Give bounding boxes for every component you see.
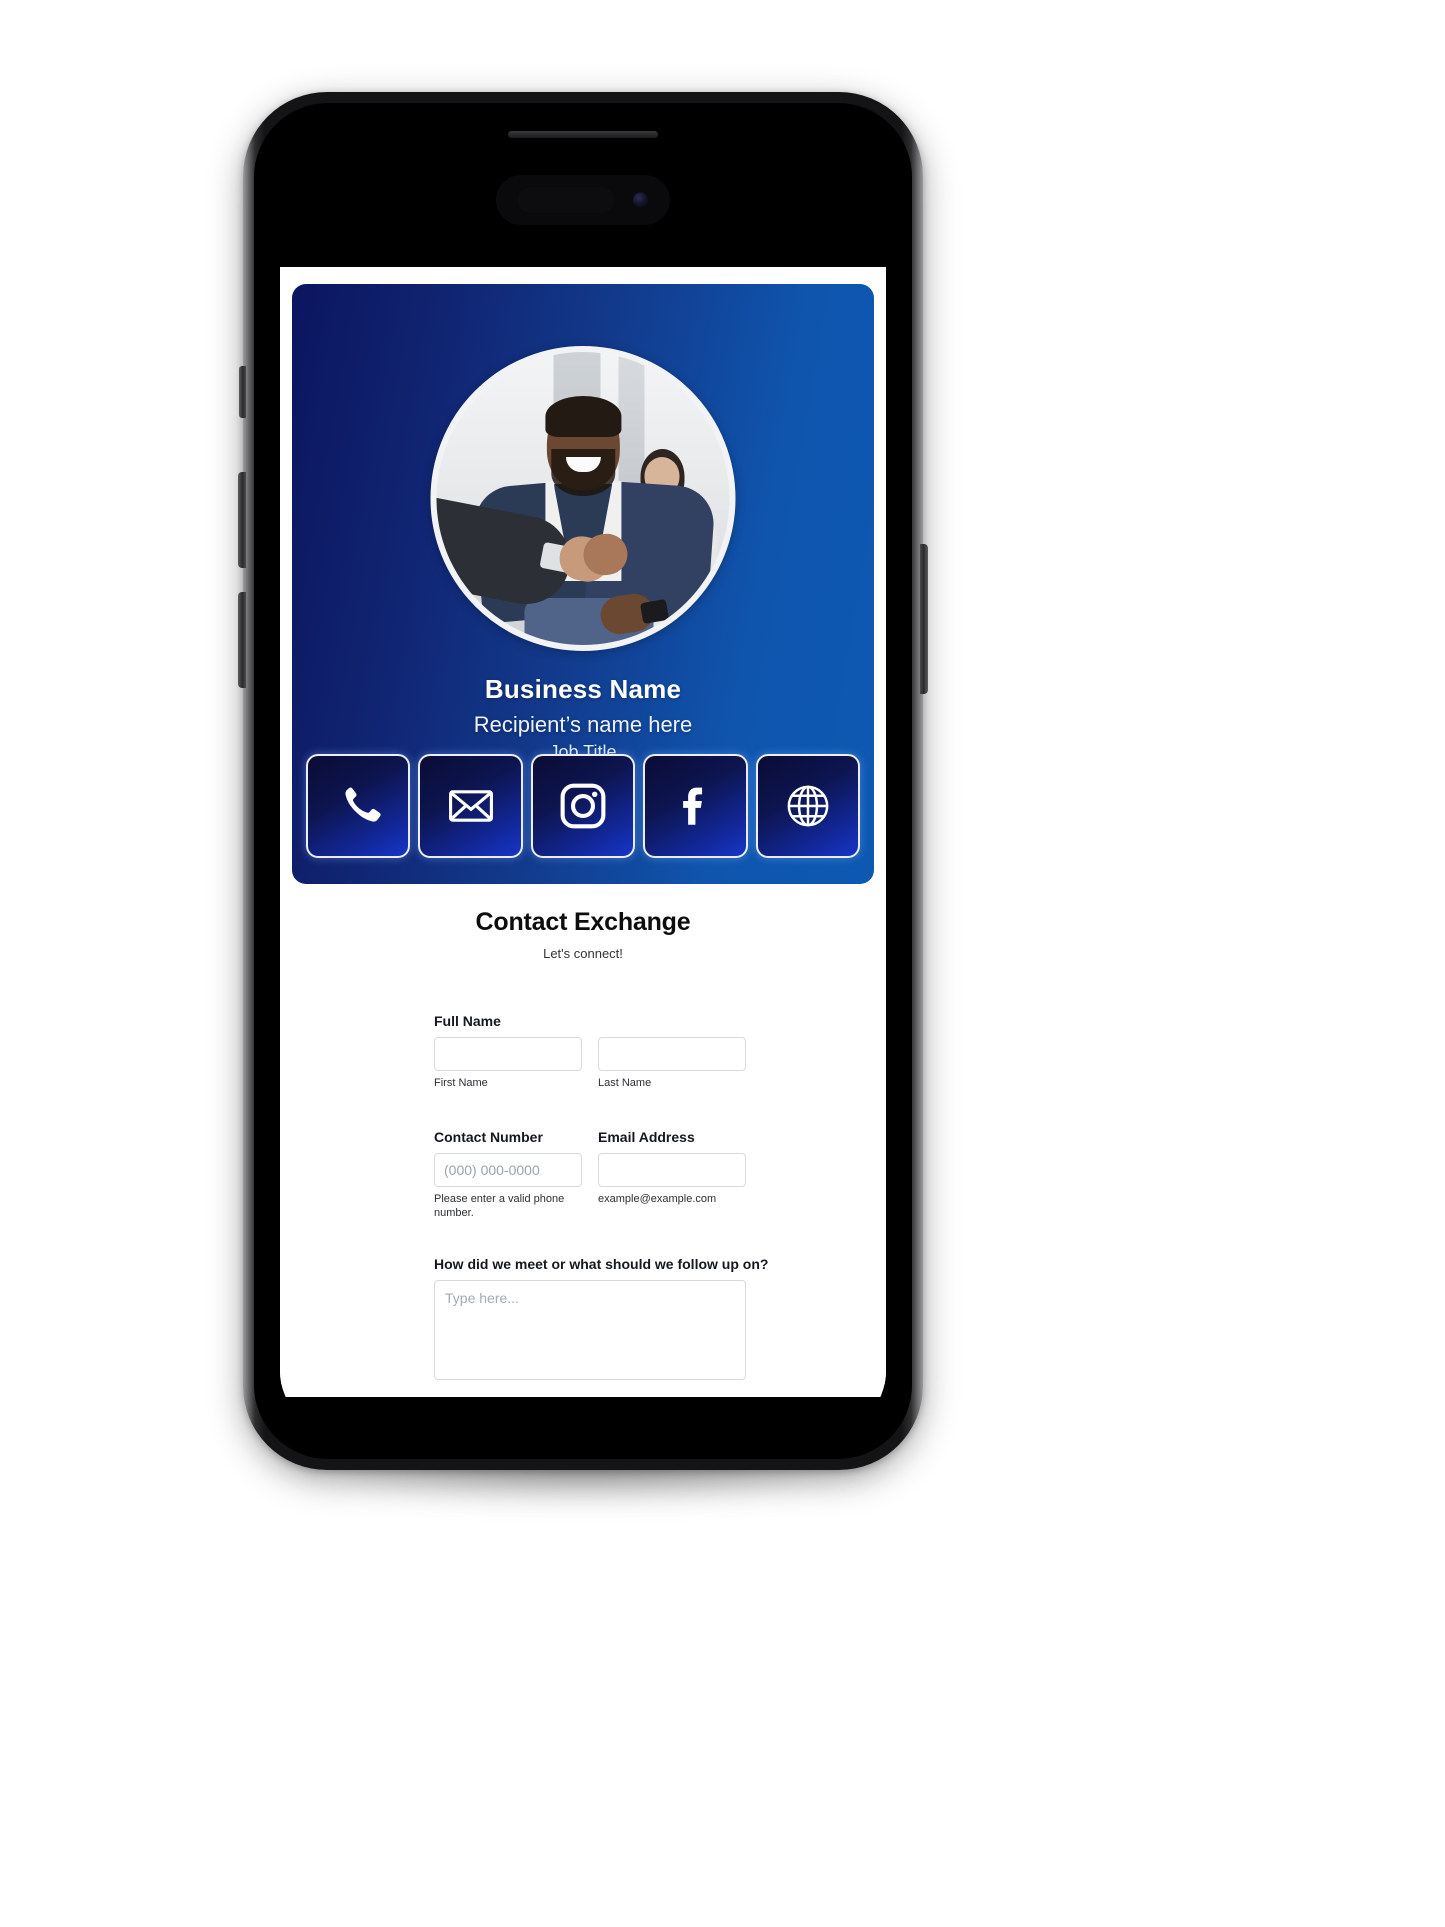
- phone-body: Business Name Recipient’s name here Job …: [238, 92, 928, 1470]
- facebook-icon: [670, 781, 720, 831]
- globe-icon: [783, 781, 833, 831]
- power-button[interactable]: [920, 544, 928, 694]
- email-address-input[interactable]: [598, 1152, 746, 1187]
- dynamic-island: [496, 175, 670, 225]
- contact-number-sublabel: Please enter a valid phone number.: [434, 1192, 565, 1219]
- social-link-facebook[interactable]: [643, 754, 748, 858]
- volume-up-button[interactable]: [238, 472, 246, 568]
- photo-scene: [436, 352, 730, 645]
- recipient-name: Recipient’s name here: [473, 712, 693, 737]
- full-name-row: First Name Last Name: [434, 1037, 874, 1091]
- contact-email-field-group: Contact Number Please enter a valid phon…: [292, 1129, 874, 1221]
- social-link-email[interactable]: [418, 754, 523, 858]
- last-name-column: Last Name: [598, 1037, 746, 1091]
- earpiece-speaker-icon: [508, 131, 658, 138]
- email-address-sublabel: example@example.com: [598, 1192, 717, 1205]
- full-name-label: Full Name: [434, 1013, 501, 1029]
- hero-text-block: Business Name Recipient’s name here Job …: [292, 674, 874, 763]
- followup-textarea[interactable]: [434, 1280, 746, 1381]
- form-title: Contact Exchange: [475, 908, 691, 936]
- followup-label: How did we meet or what should we follow…: [434, 1256, 769, 1273]
- contact-email-row: Contact Number Please enter a valid phon…: [434, 1129, 874, 1221]
- email-address-column: Email Address example@example.com: [598, 1129, 746, 1221]
- social-link-phone[interactable]: [306, 754, 411, 858]
- island-speaker-icon: [518, 187, 614, 213]
- social-link-instagram[interactable]: [530, 754, 636, 858]
- front-camera-icon: [633, 192, 648, 208]
- phone-mockup: Business Name Recipient’s name here Job …: [238, 92, 928, 1502]
- social-link-website[interactable]: [755, 754, 861, 858]
- contact-number-column: Contact Number Please enter a valid phon…: [434, 1129, 582, 1221]
- last-name-sublabel: Last Name: [598, 1077, 652, 1089]
- contact-number-label: Contact Number: [434, 1128, 543, 1145]
- digital-business-card: Business Name Recipient’s name here Job …: [292, 284, 874, 884]
- profile-photo: [430, 346, 736, 651]
- full-name-field-group: Full Name First Name Last Name: [292, 1013, 874, 1091]
- silent-switch-button[interactable]: [239, 366, 246, 418]
- first-name-sublabel: First Name: [434, 1077, 488, 1089]
- contact-number-input[interactable]: [434, 1152, 582, 1187]
- contact-exchange-form: Contact Exchange Let's connect! Full Nam…: [280, 884, 886, 1386]
- business-name: Business Name: [484, 674, 682, 704]
- photo-man-beard: [550, 448, 616, 496]
- webpage-viewport[interactable]: Business Name Recipient’s name here Job …: [280, 267, 886, 1397]
- first-name-input[interactable]: [434, 1037, 582, 1071]
- form-subtitle: Let's connect!: [543, 946, 623, 961]
- phone-screen: Business Name Recipient’s name here Job …: [280, 129, 886, 1433]
- followup-input-wrapper: [434, 1280, 746, 1385]
- followup-field-group: How did we meet or what should we follow…: [292, 1256, 874, 1385]
- last-name-input[interactable]: [598, 1037, 746, 1071]
- phone-bezel: Business Name Recipient’s name here Job …: [254, 103, 912, 1459]
- phone-icon: [335, 783, 381, 829]
- instagram-icon: [557, 780, 609, 832]
- first-name-column: First Name: [434, 1037, 582, 1091]
- email-address-label: Email Address: [598, 1128, 695, 1145]
- form-fields: Full Name First Name Last Name Contact N…: [280, 1013, 886, 1385]
- social-links-row: [306, 754, 861, 858]
- photo-man-hair: [544, 395, 622, 437]
- email-icon: [446, 781, 496, 831]
- volume-down-button[interactable]: [238, 592, 246, 688]
